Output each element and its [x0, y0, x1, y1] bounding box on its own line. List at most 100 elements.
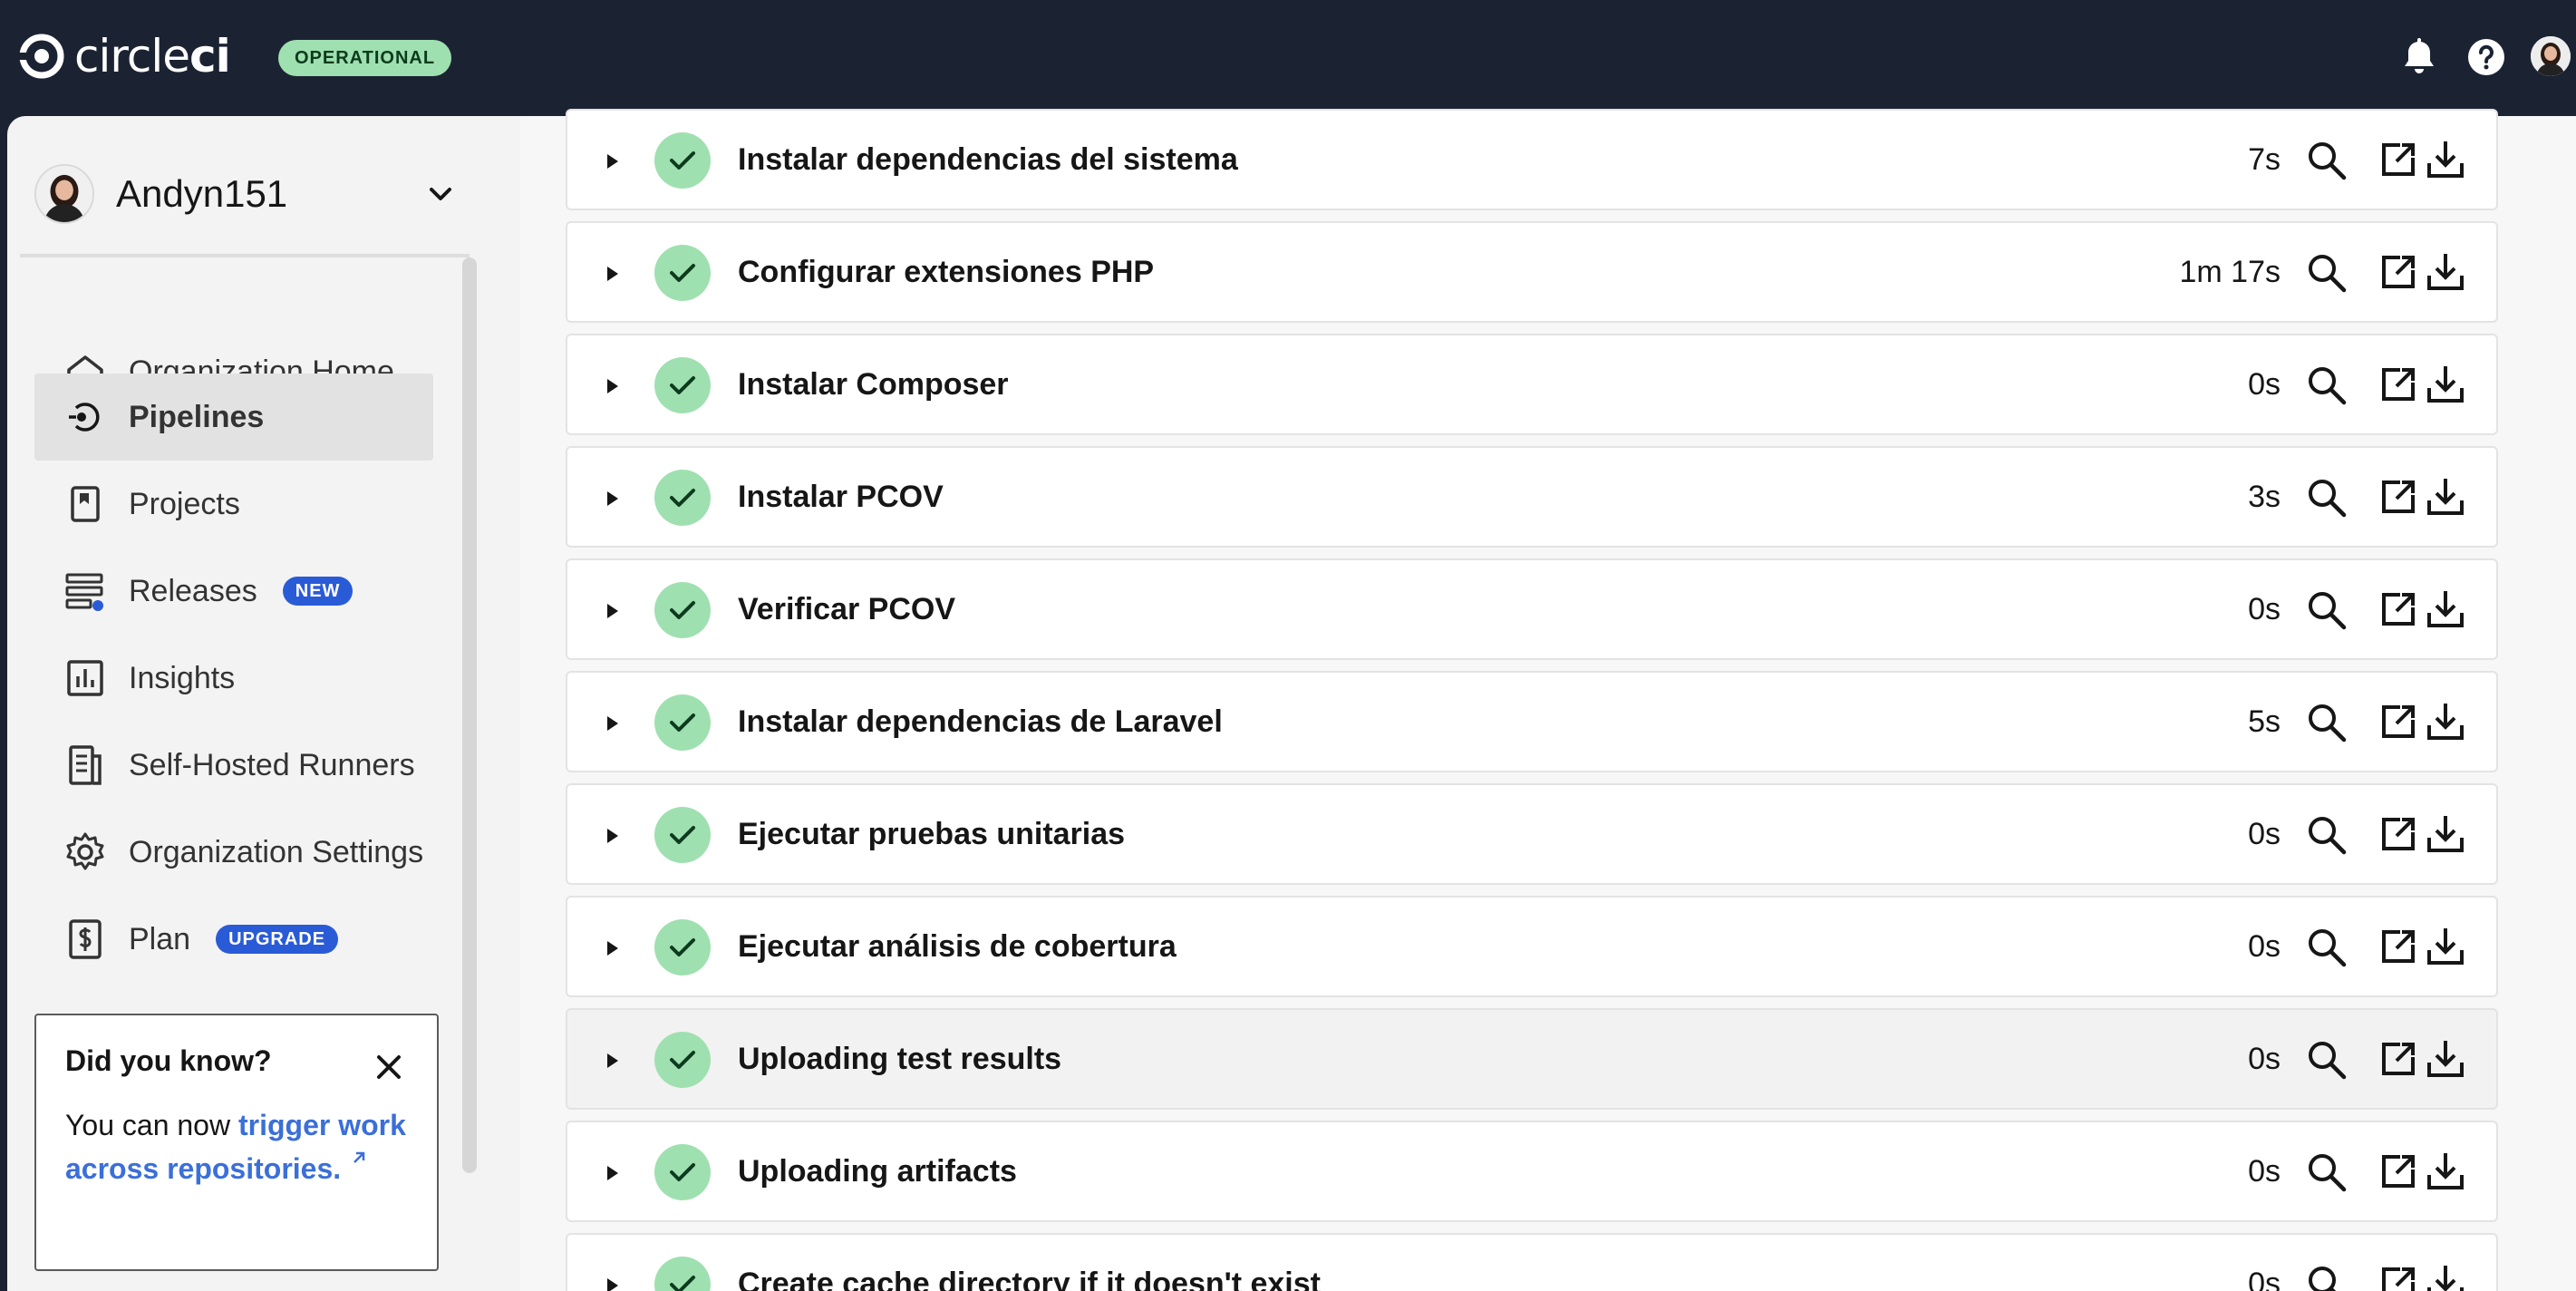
sidebar-item-releases[interactable]: Releases NEW	[34, 548, 433, 635]
sidebar-item-pipelines[interactable]: Pipelines	[34, 374, 433, 461]
caret-right-icon[interactable]	[604, 150, 622, 172]
download-icon[interactable]	[2426, 250, 2465, 292]
download-icon[interactable]	[2426, 1037, 2465, 1079]
download-icon[interactable]	[2426, 363, 2465, 404]
runners-icon	[69, 745, 102, 785]
download-icon[interactable]	[2426, 475, 2465, 517]
caret-right-icon[interactable]	[604, 1162, 622, 1184]
sidebar-divider	[20, 254, 470, 257]
check-icon	[670, 376, 695, 394]
step-duration: 3s	[2248, 480, 2281, 514]
search-icon[interactable]	[2306, 1151, 2348, 1193]
download-icon[interactable]	[2426, 925, 2465, 966]
check-icon	[670, 489, 695, 507]
search-icon[interactable]	[2306, 814, 2348, 856]
user-avatar[interactable]	[2531, 36, 2571, 76]
insights-icon	[67, 660, 103, 696]
step-row[interactable]: Instalar PCOV 3s	[566, 446, 2498, 548]
caret-right-icon[interactable]	[604, 825, 622, 847]
tip-body-text: You can now	[65, 1109, 238, 1141]
sidebar-item-organization-settings[interactable]: Organization Settings	[34, 809, 433, 896]
download-icon[interactable]	[2426, 587, 2465, 629]
step-row[interactable]: Create cache directory if it doesn't exi…	[566, 1233, 2498, 1291]
success-status-icon	[654, 1032, 711, 1088]
check-icon	[670, 264, 695, 282]
open-in-new-icon[interactable]	[2378, 702, 2418, 742]
step-duration: 0s	[2248, 1154, 2281, 1189]
caret-right-icon[interactable]	[604, 1050, 622, 1072]
download-icon[interactable]	[2426, 138, 2465, 180]
success-status-icon	[654, 919, 711, 976]
open-in-new-icon[interactable]	[2378, 140, 2418, 180]
sidebar-scrollbar[interactable]	[462, 257, 477, 1173]
open-in-new-icon[interactable]	[2378, 1039, 2418, 1079]
search-icon[interactable]	[2306, 364, 2348, 406]
sidebar-item-plan[interactable]: Plan UPGRADE	[34, 896, 433, 983]
open-in-new-icon[interactable]	[2378, 477, 2418, 517]
step-duration: 0s	[2248, 1267, 2281, 1291]
sidebar-item-label: Releases	[129, 573, 257, 608]
step-row[interactable]: Instalar Composer 0s	[566, 334, 2498, 435]
help-icon[interactable]	[2465, 36, 2507, 78]
sidebar-item-insights[interactable]: Insights	[34, 635, 433, 722]
org-avatar	[34, 164, 94, 224]
check-icon	[670, 151, 695, 170]
caret-right-icon[interactable]	[604, 375, 622, 397]
check-icon	[670, 826, 695, 844]
search-icon[interactable]	[2306, 252, 2348, 294]
open-in-new-icon[interactable]	[2378, 814, 2418, 854]
caret-right-icon[interactable]	[604, 1275, 622, 1291]
open-in-new-icon[interactable]	[2378, 589, 2418, 629]
success-status-icon	[654, 694, 711, 751]
step-row[interactable]: Instalar dependencias del sistema 7s	[566, 109, 2498, 210]
search-icon[interactable]	[2306, 140, 2348, 181]
sidebar-item-projects[interactable]: Projects	[34, 461, 433, 548]
step-row[interactable]: Ejecutar análisis de cobertura 0s	[566, 896, 2498, 997]
download-icon[interactable]	[2426, 812, 2465, 854]
step-row[interactable]: Ejecutar pruebas unitarias 0s	[566, 783, 2498, 885]
sidebar-item-label: Insights	[129, 660, 236, 695]
search-icon[interactable]	[2306, 927, 2348, 968]
open-in-new-icon[interactable]	[2378, 927, 2418, 966]
success-status-icon	[654, 470, 711, 526]
step-row[interactable]: Configurar extensiones PHP 1m 17s	[566, 221, 2498, 323]
job-steps-panel: Instalar dependencias del sistema 7s Con…	[520, 109, 2576, 1291]
search-icon[interactable]	[2306, 1039, 2348, 1081]
did-you-know-card: Did you know? You can now trigger work a…	[34, 1014, 439, 1271]
step-row[interactable]: Instalar dependencias de Laravel 5s	[566, 671, 2498, 772]
open-in-new-icon[interactable]	[2378, 1151, 2418, 1191]
org-switcher[interactable]: Andyn151	[34, 158, 470, 230]
logo-wordmark: circleci	[74, 30, 231, 83]
caret-right-icon[interactable]	[604, 600, 622, 622]
sidebar-item-label: Projects	[129, 486, 240, 521]
caret-right-icon[interactable]	[604, 713, 622, 734]
open-in-new-icon[interactable]	[2378, 252, 2418, 292]
close-icon[interactable]	[373, 1052, 404, 1082]
step-row[interactable]: Uploading artifacts 0s	[566, 1121, 2498, 1222]
check-icon	[670, 1051, 695, 1069]
step-row[interactable]: Verificar PCOV 0s	[566, 558, 2498, 660]
search-icon[interactable]	[2306, 589, 2348, 631]
caret-right-icon[interactable]	[604, 937, 622, 959]
success-status-icon	[654, 245, 711, 301]
search-icon[interactable]	[2306, 477, 2348, 519]
caret-right-icon[interactable]	[604, 263, 622, 285]
open-in-new-icon[interactable]	[2378, 364, 2418, 404]
step-title: Instalar dependencias de Laravel	[738, 704, 1223, 739]
pipelines-icon	[69, 403, 100, 432]
caret-right-icon[interactable]	[604, 488, 622, 510]
download-icon[interactable]	[2426, 1150, 2465, 1191]
open-in-new-icon[interactable]	[2378, 1264, 2418, 1291]
download-icon[interactable]	[2426, 1262, 2465, 1291]
download-icon[interactable]	[2426, 700, 2465, 742]
step-row[interactable]: Uploading test results 0s	[566, 1008, 2498, 1110]
chevron-down-icon[interactable]	[424, 178, 457, 210]
circleci-logo[interactable]: circleci	[18, 29, 231, 83]
search-icon[interactable]	[2306, 1264, 2348, 1291]
step-title: Instalar Composer	[738, 367, 1009, 402]
operational-status-badge[interactable]: OPERATIONAL	[278, 40, 452, 76]
sidebar-item-self-hosted-runners[interactable]: Self-Hosted Runners	[34, 722, 433, 809]
upgrade-badge[interactable]: UPGRADE	[216, 925, 339, 954]
bell-icon[interactable]	[2398, 36, 2440, 78]
search-icon[interactable]	[2306, 702, 2348, 743]
